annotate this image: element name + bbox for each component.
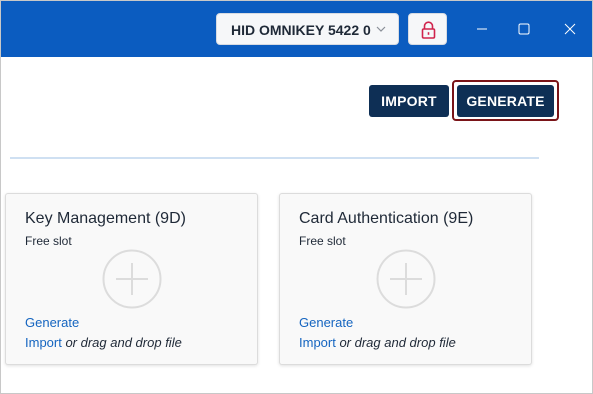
lock-icon (421, 21, 436, 39)
device-selector[interactable]: HID OMNIKEY 5422 0 (216, 13, 399, 45)
close-icon (564, 23, 576, 35)
drop-text: or drag and drop file (335, 335, 456, 350)
drop-text: or drag and drop file (61, 335, 182, 350)
import-line: Import or drag and drop file (299, 335, 456, 350)
minimize-icon (477, 28, 487, 30)
maximize-icon (518, 23, 530, 35)
close-button[interactable] (554, 13, 586, 45)
import-link[interactable]: Import (299, 335, 336, 350)
generate-link[interactable]: Generate (299, 315, 353, 330)
minimize-button[interactable] (466, 13, 498, 45)
slot-title: Card Authentication (9E) (299, 210, 474, 227)
slot-title: Key Management (9D) (25, 210, 186, 227)
slot-status: Free slot (25, 234, 72, 248)
import-button[interactable]: IMPORT (369, 85, 449, 117)
add-plus-icon[interactable] (102, 249, 162, 309)
app-window: HID OMNIKEY 5422 0 IMPORT GENERATE Key M… (0, 0, 593, 394)
import-link[interactable]: Import (25, 335, 62, 350)
add-plus-icon[interactable] (376, 249, 436, 309)
generate-button[interactable]: GENERATE (457, 85, 554, 117)
generate-link[interactable]: Generate (25, 315, 79, 330)
maximize-button[interactable] (508, 13, 540, 45)
divider (10, 157, 539, 159)
lock-button[interactable] (408, 13, 447, 45)
slot-card-9d[interactable]: Key Management (9D) Free slot Generate I… (5, 193, 258, 365)
slot-card-9e[interactable]: Card Authentication (9E) Free slot Gener… (279, 193, 532, 365)
slot-status: Free slot (299, 234, 346, 248)
import-line: Import or drag and drop file (25, 335, 182, 350)
title-bar: HID OMNIKEY 5422 0 (1, 1, 592, 57)
device-selector-value: HID OMNIKEY 5422 0 (231, 22, 371, 38)
chevron-down-icon (376, 26, 386, 32)
